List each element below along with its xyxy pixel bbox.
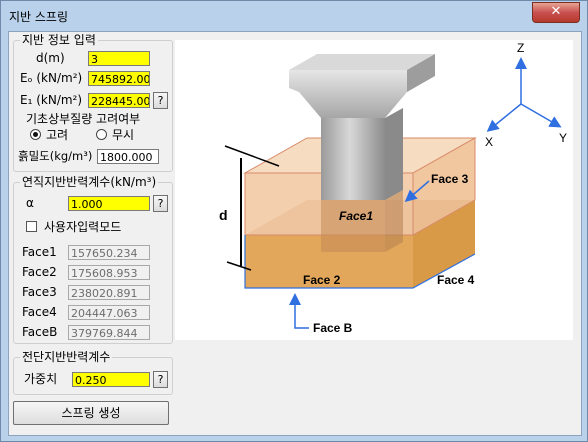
close-button[interactable]: ✕ [532, 2, 580, 23]
ignore-radio-label[interactable]: 무시 [112, 128, 134, 142]
x-axis [486, 103, 522, 132]
shear-coefficient-group: 전단지반반력계수 가중치 0.250 ? [13, 350, 173, 395]
mass-consider-label: 기초상부질량 고려여부 [26, 112, 141, 126]
weight-label: 가중치 [24, 372, 58, 386]
dimension-d-label: d [219, 207, 228, 223]
user-input-mode-label[interactable]: 사용자입력모드 [44, 220, 121, 234]
faceb-label: FaceB [22, 325, 58, 339]
ignore-radio[interactable] [96, 129, 107, 140]
e1-help-button[interactable]: ? [153, 92, 168, 109]
faceb-field: 379769.844 [68, 325, 150, 340]
face1-label: Face1 [22, 245, 57, 259]
face2-diagram-label: Face 2 [303, 273, 341, 287]
alpha-input[interactable]: 1.000 [68, 196, 150, 211]
faceb-arrow [289, 293, 309, 329]
e1-label: E₁ (kN/m²) [20, 93, 83, 107]
y-axis-label: Y [559, 131, 567, 145]
dialog-window: 지반 스프링 ✕ 지반 정보 입력 d(m) 3 Eₒ (kN/m²) 7458… [0, 0, 588, 442]
face4-diagram-label: Face 4 [437, 273, 475, 287]
alpha-label: α [26, 196, 34, 210]
weight-input[interactable]: 0.250 [72, 372, 150, 387]
e0-label: Eₒ (kN/m²) [20, 71, 83, 85]
face3-field: 238020.891 [68, 285, 150, 300]
face1-diagram-label: Face1 [339, 209, 373, 223]
vertical-coefficient-title: 연직지반반력계수(kN/m³) [20, 175, 159, 189]
foundation-svg: d Face1 Face 2 Face 3 Face 4 Face B Z Y … [219, 41, 567, 335]
shear-coefficient-title: 전단지반반력계수 [20, 350, 113, 364]
d-input[interactable]: 3 [88, 51, 150, 66]
alpha-help-button[interactable]: ? [153, 195, 168, 212]
foundation-diagram: d Face1 Face 2 Face 3 Face 4 Face B Z Y … [175, 40, 573, 340]
face3-diagram-label: Face 3 [431, 172, 469, 186]
cap-front [289, 70, 407, 118]
user-input-mode-checkbox[interactable] [26, 221, 37, 232]
dialog-client: 지반 정보 입력 d(m) 3 Eₒ (kN/m²) 745892.000 E₁… [8, 31, 582, 436]
face4-field: 204447.063 [68, 305, 150, 320]
z-axis-label: Z [517, 41, 524, 55]
column-side [385, 108, 403, 200]
consider-radio-label[interactable]: 고려 [46, 128, 68, 142]
title-bar[interactable]: 지반 스프링 ✕ [1, 1, 587, 31]
e0-input[interactable]: 745892.000 [88, 71, 150, 86]
face2-label: Face2 [22, 265, 57, 279]
density-input[interactable]: 1800.000 [97, 149, 159, 164]
density-label: 흙밀도(kg/m³) [18, 149, 93, 163]
dimension-top-tick [224, 145, 280, 167]
column-front [321, 118, 385, 200]
consider-radio[interactable] [30, 129, 41, 140]
faceb-diagram-label: Face B [313, 321, 353, 335]
vertical-coefficient-group: 연직지반반력계수(kN/m³) α 1.000 ? 사용자입력모드 Face1 … [13, 175, 173, 344]
soil-info-group: 지반 정보 입력 d(m) 3 Eₒ (kN/m²) 745892.000 E₁… [13, 33, 173, 172]
window-title: 지반 스프링 [9, 10, 69, 24]
face4-label: Face4 [22, 305, 57, 319]
footing-front [321, 200, 385, 252]
x-axis-label: X [485, 135, 493, 149]
d-label: d(m) [36, 51, 65, 65]
face3-label: Face3 [22, 285, 57, 299]
soil-info-title: 지반 정보 입력 [20, 33, 98, 47]
e1-input[interactable]: 228445.000 [88, 93, 150, 108]
footing-side [385, 190, 403, 252]
y-axis [520, 103, 562, 128]
face1-field: 157650.234 [68, 245, 150, 260]
weight-help-button[interactable]: ? [153, 371, 168, 388]
generate-spring-button[interactable]: 스프링 생성 [13, 401, 169, 425]
face2-field: 175608.953 [68, 265, 150, 280]
